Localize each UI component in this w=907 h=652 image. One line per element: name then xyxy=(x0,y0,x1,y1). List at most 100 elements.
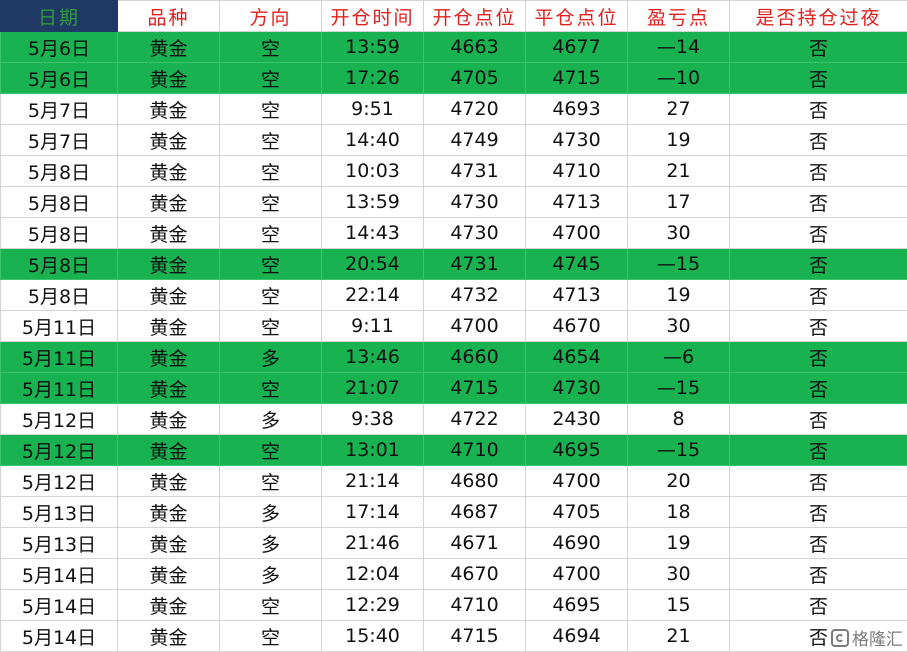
cell-variety: 黄金 xyxy=(117,620,220,652)
cell-close-price: 4745 xyxy=(525,248,628,280)
cell-direction: 多 xyxy=(219,341,322,373)
cell-pnl-points: 19 xyxy=(627,279,730,311)
cell-open-price: 4700 xyxy=(423,310,526,342)
cell-variety: 黄金 xyxy=(117,465,220,497)
cell-pnl-points: 19 xyxy=(627,527,730,559)
cell-direction: 空 xyxy=(219,434,322,466)
cell-close-price: 4670 xyxy=(525,310,628,342)
cell-overnight: 否 xyxy=(729,310,907,342)
cell-pnl-points: 19 xyxy=(627,124,730,156)
cell-close-price: 4695 xyxy=(525,434,628,466)
cell-pnl-points: 15 xyxy=(627,589,730,621)
cell-open-price: 4722 xyxy=(423,403,526,435)
cell-overnight: 否 xyxy=(729,465,907,497)
cell-pnl-points: 21 xyxy=(627,155,730,187)
cell-open-time: 14:40 xyxy=(321,124,424,156)
cell-date: 5月8日 xyxy=(0,155,118,187)
table-row: 5月13日 黄金多 21:46 4671 4690 19 否 xyxy=(0,527,907,559)
cell-open-time: 12:04 xyxy=(321,558,424,590)
cell-open-time: 9:51 xyxy=(321,93,424,125)
cell-open-price: 4715 xyxy=(423,620,526,652)
cell-overnight: 否 xyxy=(729,496,907,528)
cell-date: 5月8日 xyxy=(0,217,118,249)
cell-date: 5月12日 xyxy=(0,434,118,466)
cell-open-price: 4663 xyxy=(423,31,526,63)
cell-direction: 空 xyxy=(219,217,322,249)
table-row: 5月14日 黄金空 12:29 4710 4695 15 否 xyxy=(0,589,907,621)
header-variety: 品种 xyxy=(117,0,220,32)
cell-open-time: 17:26 xyxy=(321,62,424,94)
gelonghui-logo-icon xyxy=(831,628,849,647)
cell-close-price: 4694 xyxy=(525,620,628,652)
cell-open-price: 4680 xyxy=(423,465,526,497)
cell-direction: 空 xyxy=(219,279,322,311)
cell-date: 5月8日 xyxy=(0,186,118,218)
cell-open-time: 21:14 xyxy=(321,465,424,497)
cell-open-time: 13:59 xyxy=(321,186,424,218)
cell-open-time: 12:29 xyxy=(321,589,424,621)
cell-open-time: 22:14 xyxy=(321,279,424,311)
cell-close-price: 4730 xyxy=(525,124,628,156)
cell-direction: 空 xyxy=(219,93,322,125)
cell-variety: 黄金 xyxy=(117,93,220,125)
table-row: 5月6日 黄金空 17:26 4705 4715 —10 否 xyxy=(0,62,907,94)
cell-open-price: 4670 xyxy=(423,558,526,590)
cell-variety: 黄金 xyxy=(117,124,220,156)
cell-open-price: 4671 xyxy=(423,527,526,559)
cell-overnight: 否 xyxy=(729,434,907,466)
table-row: 5月11日 黄金多 13:46 4660 4654 —6 否 xyxy=(0,341,907,373)
table-row: 5月8日 黄金空 14:43 4730 4700 30 否 xyxy=(0,217,907,249)
cell-date: 5月11日 xyxy=(0,372,118,404)
cell-overnight: 否 xyxy=(729,527,907,559)
cell-overnight: 否 xyxy=(729,124,907,156)
cell-date: 5月8日 xyxy=(0,279,118,311)
cell-open-price: 4715 xyxy=(423,372,526,404)
cell-direction: 空 xyxy=(219,155,322,187)
table-row: 5月12日 黄金空 13:01 4710 4695 —15 否 xyxy=(0,434,907,466)
cell-close-price: 4654 xyxy=(525,341,628,373)
cell-pnl-points: 30 xyxy=(627,217,730,249)
cell-overnight: 否 xyxy=(729,186,907,218)
cell-close-price: 4730 xyxy=(525,372,628,404)
table-row: 5月12日 黄金空 21:14 4680 4700 20 否 xyxy=(0,465,907,497)
cell-open-time: 13:01 xyxy=(321,434,424,466)
cell-direction: 多 xyxy=(219,403,322,435)
cell-variety: 黄金 xyxy=(117,186,220,218)
header-row: 日期 品种 方向 开仓时间 开仓点位 平仓点位 盈亏点 是否持仓过夜 xyxy=(0,0,907,32)
cell-close-price: 4700 xyxy=(525,558,628,590)
cell-overnight: 否 xyxy=(729,62,907,94)
cell-date: 5月6日 xyxy=(0,31,118,63)
cell-direction: 空 xyxy=(219,465,322,497)
cell-open-time: 13:59 xyxy=(321,31,424,63)
cell-direction: 空 xyxy=(219,310,322,342)
cell-open-time: 21:07 xyxy=(321,372,424,404)
cell-pnl-points: 27 xyxy=(627,93,730,125)
cell-open-price: 4705 xyxy=(423,62,526,94)
cell-open-price: 4687 xyxy=(423,496,526,528)
cell-close-price: 4693 xyxy=(525,93,628,125)
cell-date: 5月11日 xyxy=(0,310,118,342)
cell-variety: 黄金 xyxy=(117,496,220,528)
table-row: 5月7日 黄金空 14:40 4749 4730 19 否 xyxy=(0,124,907,156)
cell-overnight: 否 xyxy=(729,403,907,435)
cell-variety: 黄金 xyxy=(117,217,220,249)
cell-overnight: 否 xyxy=(729,279,907,311)
cell-close-price: 4713 xyxy=(525,279,628,311)
cell-variety: 黄金 xyxy=(117,589,220,621)
cell-date: 5月8日 xyxy=(0,248,118,280)
cell-date: 5月14日 xyxy=(0,589,118,621)
cell-date: 5月14日 xyxy=(0,558,118,590)
cell-overnight: 否 xyxy=(729,589,907,621)
cell-pnl-points: —15 xyxy=(627,372,730,404)
cell-open-time: 14:43 xyxy=(321,217,424,249)
cell-close-price: 4677 xyxy=(525,31,628,63)
cell-date: 5月14日 xyxy=(0,620,118,652)
cell-variety: 黄金 xyxy=(117,558,220,590)
cell-variety: 黄金 xyxy=(117,372,220,404)
cell-direction: 空 xyxy=(219,372,322,404)
header-open-price: 开仓点位 xyxy=(423,0,526,32)
cell-date: 5月7日 xyxy=(0,93,118,125)
cell-close-price: 4713 xyxy=(525,186,628,218)
cell-open-price: 4730 xyxy=(423,217,526,249)
cell-date: 5月13日 xyxy=(0,527,118,559)
